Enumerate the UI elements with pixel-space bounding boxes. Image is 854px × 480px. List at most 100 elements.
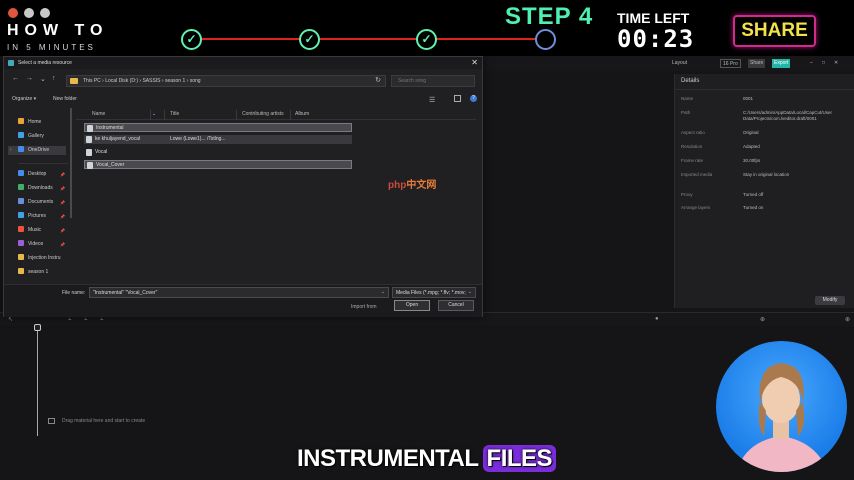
nav-item-desktop[interactable]: Desktop [18,170,46,179]
playhead-handle[interactable] [34,324,41,331]
file-type-select[interactable]: Media Files (*.mpg; *.flv; *.mov; ⌄ [392,287,476,298]
detail-label: Name [681,96,694,101]
detail-row: Proxy Turned off [681,192,851,197]
pin-icon[interactable]: 📌 [60,242,65,247]
nav-item-folder[interactable]: Injection Instru [18,254,61,263]
maximize-icon[interactable]: □ [820,59,827,68]
minimize-icon[interactable]: – [808,59,815,68]
chevron-down-icon[interactable]: ⌄ [40,75,46,83]
file-row[interactable]: ke khuljayend_vocal Lowe (Lowe1)... /Tst… [84,135,352,144]
dialog-footer: File name: "Instrumental" "Vocal_Cover" … [4,284,482,317]
step-progress-line [190,38,546,40]
column-header-name[interactable]: Name [92,111,105,117]
file-row[interactable]: Vocal_Cover [84,160,352,169]
zoom-icon[interactable]: ⊕ [760,316,765,323]
up-arrow-icon[interactable]: ↑ [52,75,56,82]
back-arrow-icon[interactable]: ← [12,75,19,82]
split-left-icon[interactable]: ⌶ [84,316,88,323]
new-folder-button[interactable]: New folder [53,96,77,102]
organize-menu[interactable]: Organize ▾ [12,96,36,102]
export-button[interactable]: Export [772,59,791,68]
close-icon[interactable]: ✕ [832,59,840,68]
pin-icon[interactable]: 📌 [60,214,65,219]
column-separator[interactable] [290,110,291,120]
column-separator[interactable] [164,110,165,120]
column-separator[interactable] [236,110,237,120]
nav-label: OneDrive [28,147,50,153]
chevron-down-icon[interactable]: ⌄ [152,111,156,117]
details-title: Details [681,78,700,84]
view-options-icon[interactable]: ☰ [429,96,435,104]
nav-item-documents[interactable]: Documents [18,198,53,207]
column-header-album[interactable]: Album [295,111,309,117]
timeline-drop-zone[interactable]: Drag material here and start to create [44,412,694,432]
chevron-down-icon[interactable]: ⌄ [381,289,385,295]
close-icon[interactable]: ✕ [471,58,478,67]
column-header-artist[interactable]: Contributing artists [242,111,284,117]
pin-icon[interactable]: 📌 [60,186,65,191]
detail-value: Adapted [743,144,760,149]
countdown-timer: 00:23 [617,25,695,53]
refresh-icon[interactable]: ↻ [375,76,381,84]
select-icon[interactable]: ↖ [8,316,13,323]
microphone-icon[interactable]: ● [655,316,659,322]
nav-item-videos[interactable]: Videos [18,240,43,249]
help-icon[interactable]: ? [470,95,477,102]
open-button[interactable]: Open [394,300,430,311]
nav-item-home[interactable]: Home [18,118,41,127]
step-4-indicator [535,29,556,50]
detail-label: Arrange layers [681,205,711,210]
presenter-webcam [716,341,847,472]
fit-icon[interactable]: ⊕ [845,316,850,323]
ratio-button[interactable]: 16 Pro [720,59,741,68]
split-icon[interactable]: ⌶ [68,316,72,323]
forward-arrow-icon[interactable]: → [26,75,33,82]
address-bar[interactable]: This PC › Local Disk (D:) › SASSIS › sea… [66,75,386,87]
layout-button[interactable]: Layout [670,59,689,68]
detail-value: C:/Users/admin/AppData/Local/CapCut/User… [743,110,833,121]
column-separator[interactable] [150,110,151,120]
detail-label: Resolution [681,144,703,149]
watermark: php中文网 [388,176,436,191]
preview-pane-icon[interactable] [454,95,461,102]
pin-icon[interactable]: 📌 [60,172,65,177]
nav-item-pictures[interactable]: Pictures [18,212,46,221]
pin-icon[interactable]: 📌 [60,228,65,233]
nav-item-folder[interactable]: season 1 [18,268,48,277]
modify-button[interactable]: Modify [815,296,845,305]
howto-title: HOW TO [7,22,109,39]
scrollbar[interactable] [70,108,72,218]
nav-item-downloads[interactable]: Downloads [18,184,53,193]
chevron-down-icon[interactable]: ⌄ [468,289,472,295]
file-name-input[interactable]: "Instrumental" "Vocal_Cover" ⌄ [89,287,389,298]
nav-label: season 1 [28,269,49,275]
nav-item-gallery[interactable]: Gallery [18,132,44,141]
detail-value: Original [743,130,759,135]
file-name-value: "Instrumental" "Vocal_Cover" [93,290,158,296]
red-dot-icon [8,8,18,18]
address-path[interactable]: This PC › Local Disk (D:) › SASSIS › sea… [83,78,201,84]
file-title: Lowe (Lowe1)... /Tstlng... [170,136,226,142]
pin-icon[interactable]: 📌 [60,200,65,205]
nav-item-onedrive[interactable]: › OneDrive [8,146,66,155]
download-icon [18,184,24,190]
playhead[interactable] [37,326,38,436]
column-header-title[interactable]: Title [170,111,179,117]
details-panel: Details Name 0001 Path C:/Users/admin/AppD… [674,74,854,308]
nav-item-music[interactable]: Music [18,226,41,235]
chevron-right-icon[interactable]: › [10,146,12,155]
file-name: ke khuljayend_vocal [95,136,141,142]
split-right-icon[interactable]: ⌶ [100,316,104,323]
file-row[interactable]: Instrumental [84,123,352,132]
share-button[interactable]: Share [748,59,766,68]
audio-file-icon [86,136,92,143]
folder-icon [18,254,24,260]
search-input[interactable]: Search song [391,75,475,87]
file-row[interactable]: Vocal [84,148,352,157]
detail-row: Aspect ratio Original [681,130,851,135]
detail-row: Frame rate 30.00fps [681,158,851,163]
cancel-button[interactable]: Cancel [438,300,474,311]
detail-value: 0001 [743,96,754,101]
import-from-button[interactable]: Import from [351,304,377,310]
navigation-pane: Home Gallery › OneDrive Desktop 📌 Downloa… [4,108,72,284]
